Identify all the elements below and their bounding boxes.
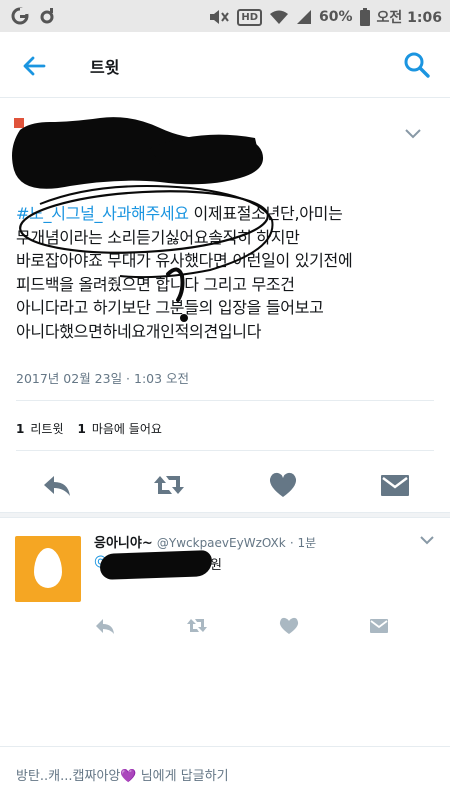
divider: [16, 400, 434, 401]
reply-composer-label: 님에게 답글하기: [136, 769, 229, 784]
direct-message-icon[interactable]: [368, 616, 390, 636]
g-icon: [11, 7, 29, 25]
chevron-down-icon[interactable]: [420, 536, 434, 546]
wifi-icon: [270, 10, 289, 24]
reply-header: 응아니야~ @YwckpaevEyWzOXk · 1분: [94, 532, 316, 551]
status-time: 오전 1:06: [376, 10, 442, 26]
like-icon[interactable]: [266, 470, 300, 500]
hd-icon: HD: [237, 8, 263, 26]
page-title: 트윗: [90, 58, 120, 77]
tweet-actions: [0, 470, 450, 500]
chevron-down-icon[interactable]: [404, 128, 422, 140]
like-stat[interactable]: 1 마음에 들어요: [77, 420, 161, 437]
purple-heart-icon: 💜: [120, 769, 137, 784]
tweet-timestamp: 2017년 02월 23일 · 1:03 오전: [16, 371, 190, 386]
status-bar: HD 60% 오전 1:06: [0, 0, 450, 32]
avatar[interactable]: [15, 536, 81, 602]
divider: [16, 450, 434, 451]
retweet-icon[interactable]: [152, 470, 186, 500]
app-bar: 트윗: [0, 32, 450, 98]
main-tweet: #노_시그널_사과해주세요 이제표절소년단,아미는 무개념이라는 소리듣기싫어요…: [0, 98, 450, 510]
reply-time: · 1분: [289, 536, 317, 550]
settings-small-icon: [40, 8, 54, 24]
battery-percent: 60%: [319, 9, 353, 25]
signal-icon: [297, 10, 312, 24]
reply-text: 원: [210, 558, 222, 573]
status-left-icons: [10, 6, 56, 26]
reply-composer-placeholder[interactable]: 방탄..캐...캡짜아앙💜 님에게 답글하기: [16, 765, 229, 784]
tweet-stats: 1 리트윗 1 마음에 들어요: [16, 420, 162, 437]
reply-icon[interactable]: [40, 470, 74, 500]
retweet-label: 리트윗: [30, 422, 64, 436]
search-icon[interactable]: [402, 50, 432, 80]
like-icon[interactable]: [278, 616, 300, 636]
reply-icon[interactable]: [94, 616, 116, 636]
like-count: 1: [77, 422, 86, 436]
status-right: HD 60% 오전 1:06: [208, 7, 442, 27]
redaction-scribble: [99, 550, 213, 580]
reply-actions: [0, 616, 450, 636]
hand-drawn-circle: [19, 185, 274, 279]
reply-author-name[interactable]: 응아니야~: [94, 536, 153, 551]
egg-icon: [34, 548, 62, 588]
retweet-count: 1: [16, 422, 25, 436]
reply-target-name: 방탄..캐...캡짜아앙: [16, 769, 121, 784]
tweet-line: 아니다했으면하네요개인적의견입니다: [16, 321, 262, 341]
direct-message-icon[interactable]: [378, 470, 412, 500]
mute-icon: [210, 10, 230, 24]
like-label: 마음에 들어요: [91, 422, 162, 436]
hand-drawn-mark: [166, 267, 188, 322]
reply-composer[interactable]: 방탄..캐...캡짜아앙💜 님에게 답글하기: [0, 746, 450, 800]
reply-author-handle[interactable]: @YwckpaevEyWzOXk: [157, 536, 286, 550]
back-arrow-icon[interactable]: [18, 50, 50, 82]
reply-tweet[interactable]: 응아니야~ @YwckpaevEyWzOXk · 1분 @ 원: [0, 518, 450, 648]
retweet-icon[interactable]: [186, 616, 208, 636]
retweet-stat[interactable]: 1 리트윗: [16, 420, 63, 437]
battery-icon: [359, 8, 370, 26]
